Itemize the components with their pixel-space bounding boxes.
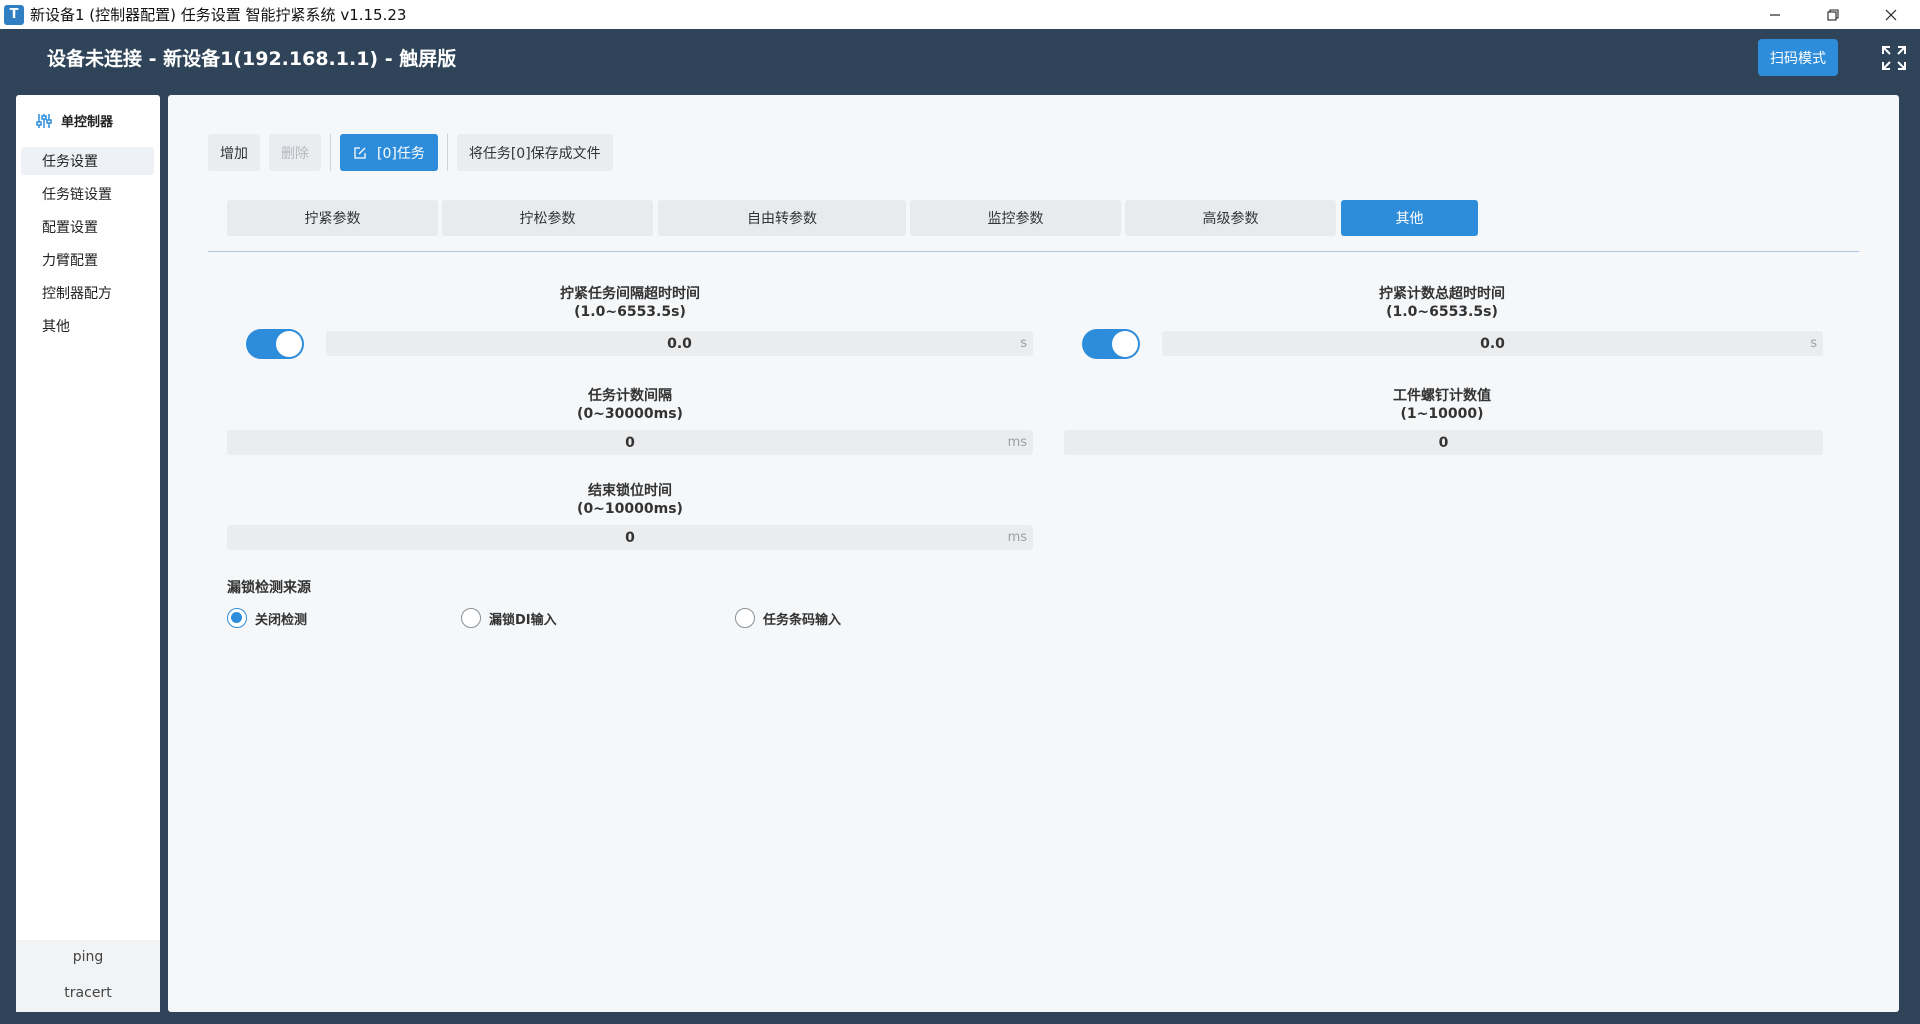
fullscreen-icon[interactable] [1880, 44, 1908, 72]
field-range: (0~10000ms) [577, 501, 683, 517]
sidebar-item-task-chain[interactable]: 任务链设置 [21, 180, 154, 208]
close-icon[interactable] [1862, 0, 1920, 29]
field-range: (0~30000ms) [577, 406, 683, 422]
tighten-interval-timeout-label: 拧紧任务间隔超时时间 (1.0~6553.5s) [430, 285, 830, 321]
field-label: 拧紧计数总超时时间 [1379, 286, 1505, 302]
field-label: 结束锁位时间 [588, 483, 672, 499]
input-value: 0 [625, 434, 635, 451]
ping-link[interactable]: ping [16, 949, 160, 965]
sidebar-item-torque-arm[interactable]: 力臂配置 [21, 246, 154, 274]
connection-title: 设备未连接 - 新设备1(192.168.1.1) - 触屏版 [47, 48, 457, 70]
task-toolbar: 增加 删除 [0]任务 将任务[0]保存成文件 [208, 134, 622, 171]
delete-button[interactable]: 删除 [269, 134, 321, 171]
tab-tighten[interactable]: 拧紧参数 [227, 200, 438, 236]
radio-dot [227, 608, 247, 628]
sidebar-item-config[interactable]: 配置设置 [21, 213, 154, 241]
task-count-interval-input[interactable]: 0 ms [227, 430, 1033, 455]
end-lock-time-label: 结束锁位时间 (0~10000ms) [430, 482, 830, 518]
field-label: 拧紧任务间隔超时时间 [560, 286, 700, 302]
window-title-bar: T 新设备1 (控制器配置) 任务设置 智能拧紧系统 v1.15.23 [0, 0, 1920, 29]
window-title: 新设备1 (控制器配置) 任务设置 智能拧紧系统 v1.15.23 [30, 6, 407, 24]
sidebar-item-controller-recipe[interactable]: 控制器配方 [21, 279, 154, 307]
unit-label: s [1020, 336, 1027, 351]
field-range: (1.0~6553.5s) [1386, 304, 1498, 320]
unit-label: ms [1007, 530, 1027, 545]
app-header: 设备未连接 - 新设备1(192.168.1.1) - 触屏版 扫码模式 [0, 29, 1920, 86]
end-lock-time-input[interactable]: 0 ms [227, 525, 1033, 550]
task-select-button[interactable]: [0]任务 [340, 134, 438, 171]
task-count-interval-label: 任务计数间隔 (0~30000ms) [430, 387, 830, 423]
tighten-interval-timeout-input[interactable]: 0.0 s [326, 331, 1033, 356]
scan-mode-button[interactable]: 扫码模式 [1758, 39, 1838, 76]
leak-detection-title: 漏锁检测来源 [227, 580, 311, 596]
restore-icon[interactable] [1804, 0, 1862, 29]
tighten-count-timeout-input[interactable]: 0.0 s [1162, 331, 1823, 356]
sidebar-heading: 单控制器 [36, 111, 113, 130]
toggle-knob [1112, 331, 1138, 357]
toolbar-divider [446, 134, 448, 171]
toolbar-divider [330, 134, 331, 171]
toggle-knob [276, 331, 302, 357]
radio-di-input[interactable]: 漏锁DI输入 [461, 608, 557, 628]
tighten-interval-timeout-toggle[interactable] [246, 329, 304, 359]
radio-dot [461, 608, 481, 628]
sidebar-item-other[interactable]: 其他 [21, 312, 154, 340]
radio-label: 漏锁DI输入 [489, 612, 557, 628]
sidebar-footer: ping tracert [16, 940, 160, 1012]
radio-barcode-input[interactable]: 任务条码输入 [735, 608, 841, 628]
radio-close-detection[interactable]: 关闭检测 [227, 608, 307, 628]
field-range: (1.0~6553.5s) [574, 304, 686, 320]
unit-label: ms [1007, 435, 1027, 450]
screw-count-input[interactable]: 0 [1064, 430, 1823, 455]
tighten-count-timeout-label: 拧紧计数总超时时间 (1.0~6553.5s) [1242, 285, 1642, 321]
field-label: 任务计数间隔 [588, 388, 672, 404]
field-range: (1~10000) [1400, 406, 1484, 422]
minimize-icon[interactable] [1746, 0, 1804, 29]
field-label: 工件螺钉计数值 [1393, 388, 1491, 404]
sidebar: 单控制器 任务设置 任务链设置 配置设置 力臂配置 控制器配方 其他 ping … [16, 95, 160, 1012]
tab-other[interactable]: 其他 [1341, 200, 1478, 236]
add-button[interactable]: 增加 [208, 134, 260, 171]
tab-loosen[interactable]: 拧松参数 [442, 200, 653, 236]
input-value: 0 [1438, 434, 1449, 451]
radio-dot [735, 608, 755, 628]
radio-label: 任务条码输入 [763, 612, 842, 628]
tab-free-run[interactable]: 自由转参数 [658, 200, 906, 236]
input-value: 0.0 [1480, 335, 1505, 352]
tab-underline [208, 251, 1859, 252]
sliders-icon [36, 113, 52, 128]
app-logo-icon: T [4, 4, 24, 25]
input-value: 0 [625, 529, 635, 546]
tab-advanced[interactable]: 高级参数 [1125, 200, 1336, 236]
screw-count-label: 工件螺钉计数值 (1~10000) [1242, 387, 1642, 423]
unit-label: s [1810, 336, 1817, 351]
edit-icon [354, 146, 366, 159]
radio-label: 关闭检测 [255, 612, 308, 628]
sidebar-item-task-settings[interactable]: 任务设置 [21, 147, 154, 175]
main-panel: 增加 删除 [0]任务 将任务[0]保存成文件 拧紧参数 拧松参数 自由转参数 … [168, 95, 1899, 1012]
task-select-label: [0]任务 [377, 145, 425, 162]
tighten-count-timeout-toggle[interactable] [1082, 329, 1140, 359]
sidebar-heading-label: 单控制器 [61, 115, 114, 130]
input-value: 0.0 [667, 335, 692, 352]
save-to-file-button[interactable]: 将任务[0]保存成文件 [456, 134, 613, 171]
window-controls [1746, 0, 1920, 29]
tracert-link[interactable]: tracert [16, 985, 160, 1001]
tab-monitor[interactable]: 监控参数 [910, 200, 1121, 236]
